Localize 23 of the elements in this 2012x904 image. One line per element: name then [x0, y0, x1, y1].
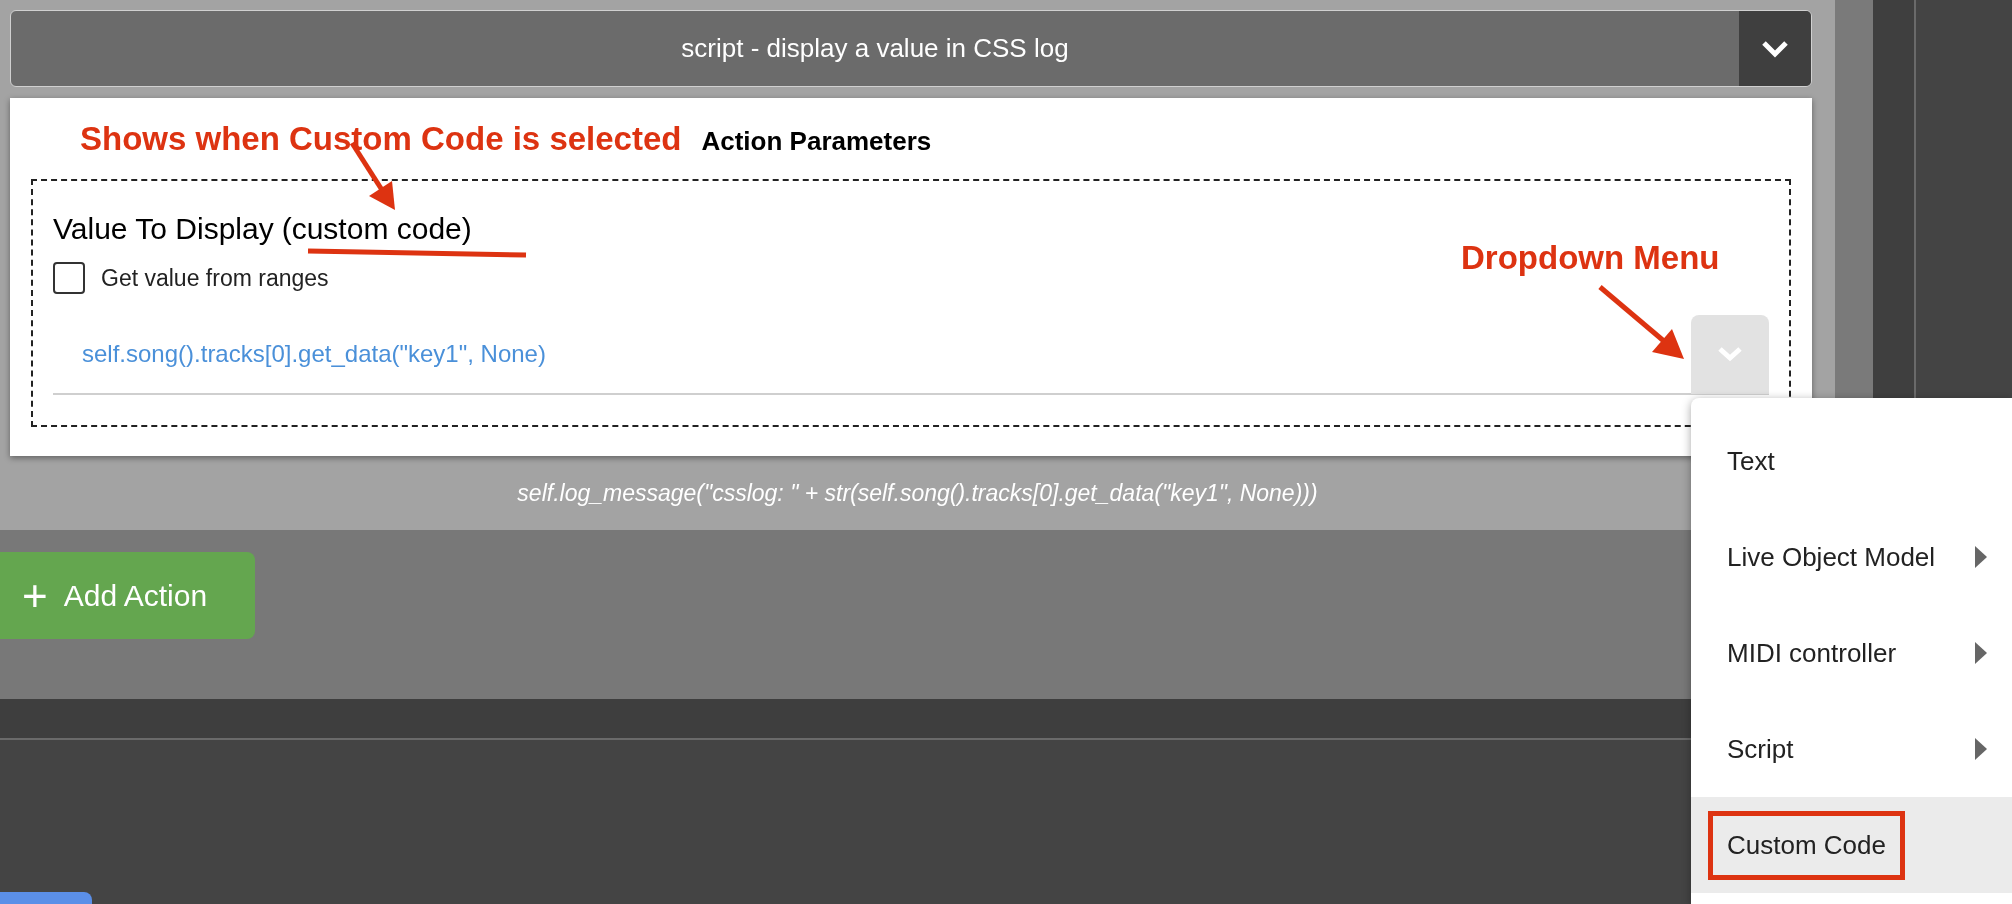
plus-icon: + [22, 573, 48, 618]
chevron-down-icon [1760, 38, 1790, 59]
field-label-suffix: (custom code) [281, 211, 472, 247]
annotation-note: Dropdown Menu [1461, 238, 1720, 278]
menu-item[interactable]: Live Object Model [1691, 509, 2012, 605]
menu-item[interactable]: Custom Code [1691, 797, 2012, 893]
checkbox-label: Get value from ranges [101, 264, 329, 293]
submenu-arrow-icon [1975, 738, 1987, 760]
annotation-note: Shows when Custom Code is selected [80, 119, 682, 159]
menu-item[interactable]: Text [1691, 413, 2012, 509]
submenu-arrow-icon [1975, 642, 1987, 664]
menu-item[interactable]: Script [1691, 701, 2012, 797]
code-value: self.song().tracks[0].get_data("key1", None) [82, 339, 546, 369]
code-preview: self.log_message("csslog: " + str(self.song().tracks[0].get_data("key1", None))) [517, 478, 1318, 508]
submenu-arrow-icon [1975, 546, 1987, 568]
chevron-down-icon [1716, 345, 1744, 363]
panel-title: Action Parameters [701, 125, 932, 158]
action-header[interactable]: script - display a value in CSS log [10, 10, 1812, 87]
field-label: Value To Display [53, 211, 274, 247]
menu-item[interactable]: MIDI controller [1691, 605, 2012, 701]
action-title: script - display a value in CSS log [680, 32, 1070, 65]
collapse-button[interactable] [1739, 11, 1811, 86]
checkbox[interactable] [53, 262, 85, 295]
